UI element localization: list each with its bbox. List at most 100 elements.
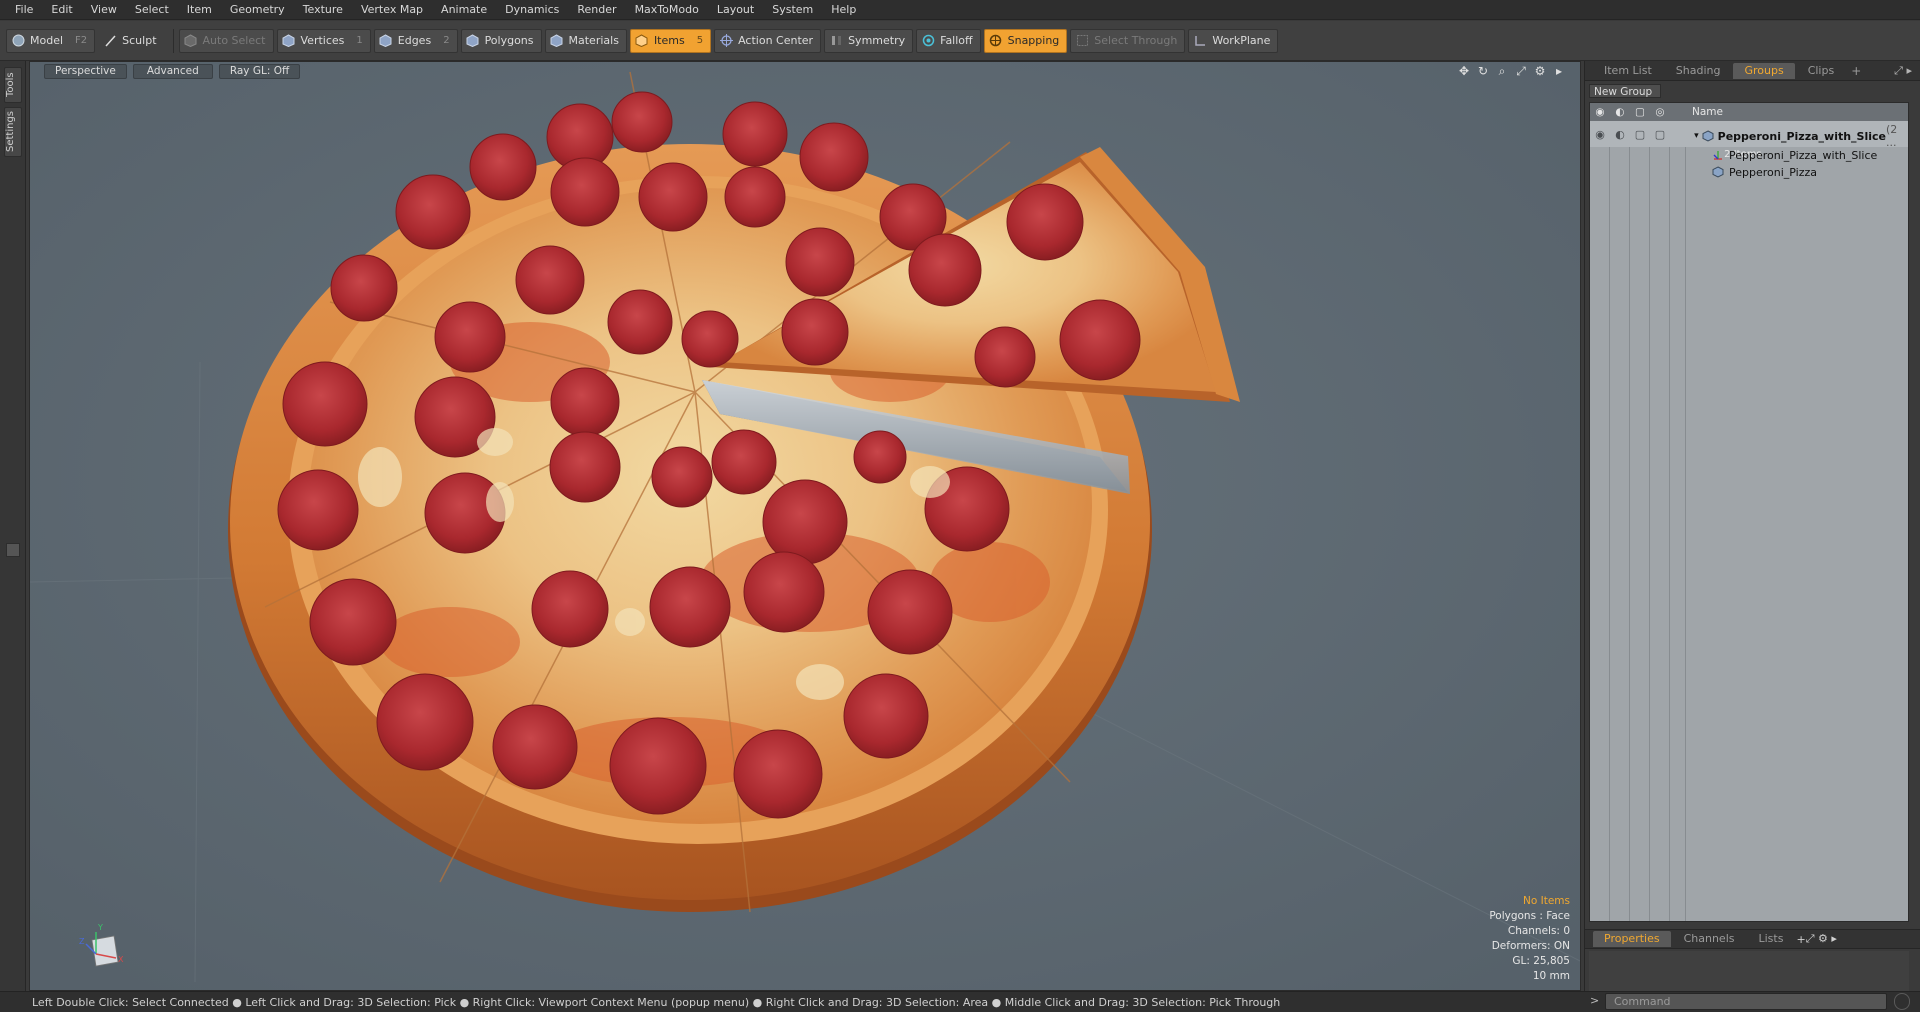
snapping-button[interactable]: Snapping (983, 28, 1068, 53)
group-icon (1702, 129, 1714, 143)
menu-texture[interactable]: Texture (294, 0, 352, 20)
expand-panel-icon[interactable]: ⤢ ⚙ ▸ (1806, 932, 1837, 946)
menu-layout[interactable]: Layout (708, 0, 763, 20)
tab-lists[interactable]: Lists (1748, 931, 1795, 947)
menu-bar: File Edit View Select Item Geometry Text… (0, 0, 1920, 20)
sculpt-button[interactable]: Sculpt (98, 29, 164, 53)
menu-dynamics[interactable]: Dynamics (496, 0, 568, 20)
add-tab-icon[interactable]: + (1796, 933, 1805, 946)
select-toggle-icon[interactable]: ▢ (1650, 128, 1670, 141)
expand-arrow-icon[interactable]: ▾ (1694, 131, 1699, 141)
panel-tabs: Item List Shading Groups Clips + ⤢ ▸ (1585, 61, 1920, 81)
main-toolbar: Model F2 Sculpt Auto Select Vertices 1 E… (0, 21, 1920, 61)
vertices-button[interactable]: Vertices 1 (276, 28, 371, 53)
command-arrow-icon: > (1590, 994, 1600, 1007)
toolbar-divider (172, 28, 174, 53)
menu-help[interactable]: Help (822, 0, 865, 20)
render-toggle-icon[interactable]: ◐ (1610, 128, 1630, 141)
menu-view[interactable]: View (82, 0, 126, 20)
new-group-button[interactable]: New Group (1589, 84, 1661, 98)
menu-file[interactable]: File (6, 0, 42, 20)
menu-vertex-map[interactable]: Vertex Map (352, 0, 432, 20)
menu-system[interactable]: System (763, 0, 822, 20)
polygons-button[interactable]: Polygons (460, 28, 542, 53)
move-view-icon[interactable]: ✥ (1457, 64, 1471, 78)
edges-button[interactable]: Edges 2 (373, 28, 458, 53)
lock-toggle-icon[interactable]: ▢ (1630, 128, 1650, 141)
materials-button[interactable]: Materials (544, 28, 627, 53)
tree-column-dividers (1590, 121, 1686, 921)
polygon-icon (466, 34, 480, 48)
menu-item[interactable]: Item (178, 0, 221, 20)
tab-shading[interactable]: Shading (1665, 63, 1732, 79)
command-history-icon[interactable] (1894, 993, 1910, 1010)
menu-geometry[interactable]: Geometry (221, 0, 294, 20)
right-panel: Item List Shading Groups Clips + ⤢ ▸ New… (1584, 61, 1920, 991)
panel-toggle-icon[interactable] (6, 543, 20, 557)
locator-icon (1712, 149, 1725, 162)
viewport-info-overlay: No Items Polygons : Face Channels: 0 Def… (1489, 894, 1570, 984)
menu-animate[interactable]: Animate (432, 0, 496, 20)
snap-icon (989, 34, 1003, 48)
name-column-header[interactable]: Name (1686, 106, 1723, 118)
tab-clips[interactable]: Clips (1797, 63, 1846, 79)
items-button[interactable]: Items 5 (629, 28, 712, 53)
bottom-panel-tabs: Properties Channels Lists + ⤢ ⚙ ▸ (1585, 929, 1920, 949)
visibility-column-icon[interactable]: ◉ (1590, 106, 1610, 118)
tree-row-group[interactable]: ◉ ◐ ▢ ▢ ▾ Pepperoni_Pizza_with_Slice (2 … (1590, 121, 1908, 160)
unit-info: 10 mm (1532, 970, 1570, 982)
maximize-view-icon[interactable]: ⤢ (1514, 64, 1528, 78)
tab-channels[interactable]: Channels (1673, 931, 1746, 947)
axis-y-label: Y (97, 923, 103, 932)
axis-z-label: Z (79, 937, 85, 946)
lock-column-icon[interactable]: ▢ (1630, 106, 1650, 118)
workplane-button[interactable]: WorkPlane (1188, 28, 1279, 53)
command-input[interactable]: Command (1605, 993, 1887, 1010)
select-through-button[interactable]: Select Through (1070, 28, 1186, 53)
symmetry-button[interactable]: Symmetry (824, 28, 914, 53)
polygons-info: Polygons : Face (1489, 910, 1570, 922)
item-name: Pepperoni_Pizza_with_Slice (1729, 149, 1878, 162)
viewport-settings-icon[interactable]: ⚙ (1533, 64, 1547, 78)
vertex-icon (282, 34, 296, 48)
tab-item-list[interactable]: Item List (1593, 63, 1663, 79)
menu-render[interactable]: Render (568, 0, 625, 20)
model-button[interactable]: Model F2 (6, 28, 96, 53)
menu-select[interactable]: Select (126, 0, 178, 20)
3d-viewport[interactable]: Perspective Advanced Ray GL: Off ✥ ↻ ⌕ ⤢… (29, 61, 1581, 991)
item-icon (635, 34, 649, 48)
selection-info: No Items (1523, 895, 1570, 907)
tab-tools[interactable]: Tools (4, 67, 22, 103)
edge-icon (379, 34, 393, 48)
tab-properties[interactable]: Properties (1593, 931, 1671, 947)
tree-row-item[interactable]: Pepperoni_Pizza_with_Slice (1590, 147, 1908, 164)
sphere-icon (11, 34, 25, 48)
axis-gizmo: Y Z X (79, 923, 124, 967)
expand-panel-icon[interactable]: ⤢ ▸ (1894, 64, 1912, 78)
action-center-button[interactable]: Action Center (714, 28, 822, 53)
tab-settings[interactable]: Settings (4, 107, 22, 157)
raygl-toggle[interactable]: Ray GL: Off (218, 63, 301, 79)
rotate-view-icon[interactable]: ↻ (1476, 64, 1490, 78)
menu-edit[interactable]: Edit (42, 0, 81, 20)
menu-maxtomodo[interactable]: MaxToModo (626, 0, 708, 20)
select-column-icon[interactable]: ◎ (1650, 106, 1670, 118)
auto-select-button[interactable]: Auto Select (178, 28, 274, 53)
render-column-icon[interactable]: ◐ (1610, 106, 1630, 118)
groups-tree: ◉ ◐ ▢ ◎ Name ◉ ◐ ▢ ▢ ▾ Pepperoni_Pizza_w… (1589, 102, 1909, 922)
workplane-icon (1193, 34, 1207, 48)
view-mode-dropdown[interactable]: Perspective (44, 63, 127, 79)
visibility-toggle-icon[interactable]: ◉ (1590, 128, 1610, 141)
falloff-button[interactable]: Falloff (916, 28, 981, 53)
zoom-view-icon[interactable]: ⌕ (1495, 64, 1509, 78)
tree-row-item[interactable]: Pepperoni_Pizza (1590, 164, 1908, 181)
viewport-menu-icon[interactable]: ▸ (1552, 64, 1566, 78)
select-through-icon (1075, 34, 1089, 48)
shading-mode-dropdown[interactable]: Advanced (132, 63, 213, 79)
tab-groups[interactable]: Groups (1733, 62, 1795, 79)
viewport-navigation: ✥ ↻ ⌕ ⤢ ⚙ ▸ (1452, 64, 1566, 78)
material-icon (550, 34, 564, 48)
crosshair-icon (719, 34, 733, 48)
brush-icon (103, 34, 117, 48)
add-tab-icon[interactable]: + (1851, 64, 1861, 78)
